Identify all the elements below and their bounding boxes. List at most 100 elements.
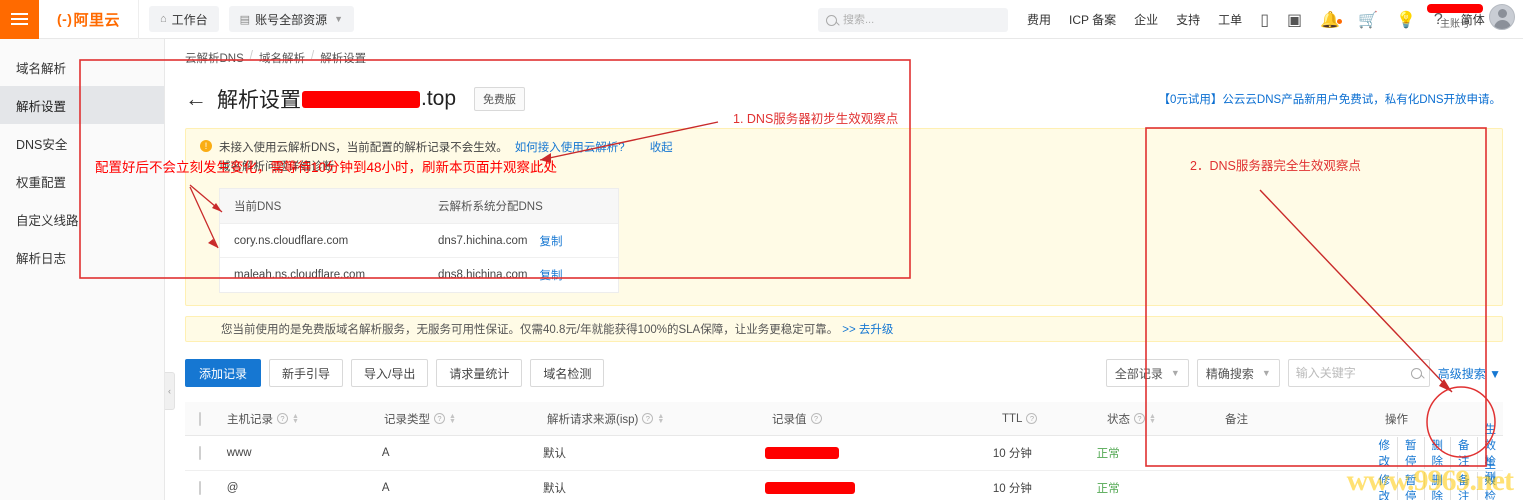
sidebar-collapse-handle[interactable]: ‹: [165, 372, 175, 410]
col-ttl: TTL: [1002, 412, 1023, 425]
workbench-button[interactable]: ⌂ 工作台: [149, 6, 219, 32]
top-nav-links: 费用 ICP 备案 企业 支持 工单 ▯ ▣ 🔔 🛒 💡 ? 简体: [1018, 0, 1494, 39]
dns-table-row: cory.ns.cloudflare.com dns7.hichina.com …: [220, 224, 618, 258]
lightbulb-icon[interactable]: 💡: [1387, 10, 1425, 30]
notice-link[interactable]: 如何接入使用云解析?: [515, 139, 625, 155]
chevron-down-icon: ▼: [1170, 368, 1180, 378]
cell-ttl: 10 分钟: [992, 483, 1032, 495]
keyword-input[interactable]: [1295, 366, 1406, 380]
action-delete[interactable]: 删除: [1425, 472, 1451, 500]
domain-check-button[interactable]: 域名检测: [530, 359, 605, 387]
beginner-guide-button[interactable]: 新手引导: [269, 359, 344, 387]
sort-icon[interactable]: ▲ ▼: [657, 413, 664, 425]
breadcrumb-separator: /: [310, 50, 315, 62]
keyword-search-box[interactable]: [1287, 359, 1430, 387]
breadcrumb-separator: /: [249, 50, 253, 62]
add-record-button[interactable]: 添加记录: [185, 359, 262, 387]
aliyun-logo[interactable]: (-) 阿里云: [39, 0, 139, 39]
search-mode-filter[interactable]: 精确搜索 ▼: [1196, 359, 1280, 387]
dns-current-value: maleah.ns.cloudflare.com: [234, 269, 366, 281]
diagnose-link[interactable]: 域名解析问题详细诊断: [219, 158, 1488, 174]
page-title-text: 解析设置: [217, 89, 301, 112]
global-search-input[interactable]: [843, 14, 993, 26]
sidebar-item-label: 自定义线路: [16, 213, 79, 228]
record-type-filter[interactable]: 全部记录 ▼: [1105, 359, 1189, 387]
dns-comparison-table: 当前DNS 云解析系统分配DNS cory.ns.cloudflare.com …: [219, 188, 619, 293]
row-checkbox[interactable]: [199, 481, 201, 495]
terminal-icon[interactable]: ▣: [1278, 10, 1311, 30]
upgrade-link[interactable]: >> 去升级: [842, 321, 893, 337]
top-bar: (-) 阿里云 ⌂ 工作台 ▤ 账号全部资源 ▼ 费用 ICP 备案 企业 支持…: [0, 0, 1523, 39]
help-icon[interactable]: ?: [1026, 413, 1038, 424]
copy-button[interactable]: 复制: [540, 267, 563, 283]
status-badge: 正常: [1096, 448, 1120, 460]
advanced-search-toggle[interactable]: 高级搜索 ▼: [1438, 365, 1501, 382]
sidebar-item-dns-security[interactable]: DNS安全: [0, 124, 164, 162]
sidebar-item-weight-config[interactable]: 权重配置: [0, 162, 164, 200]
select-all-checkbox[interactable]: [199, 411, 201, 426]
dns-notice-panel: ! 未接入使用云解析DNS，当前配置的解析记录不会生效。 如何接入使用云解析? …: [185, 128, 1503, 306]
action-effect-check[interactable]: 生效检测: [1478, 456, 1500, 500]
nav-enterprise[interactable]: 企业: [1125, 11, 1167, 28]
hamburger-icon[interactable]: [0, 0, 39, 39]
promo-banner-link[interactable]: 【0元试用】公云云DNS产品新用户免费试，私有化DNS开放申请。: [1159, 91, 1501, 107]
dns-col-current: 当前DNS: [234, 201, 282, 213]
help-icon[interactable]: ?: [277, 413, 288, 424]
col-type: 记录类型: [384, 413, 430, 426]
notification-badge: [1337, 18, 1343, 24]
all-resources-dropdown[interactable]: ▤ 账号全部资源 ▼: [228, 6, 355, 32]
global-search[interactable]: [818, 8, 1008, 32]
row-checkbox[interactable]: [199, 446, 201, 460]
avatar[interactable]: [1489, 4, 1515, 30]
notice-collapse-link[interactable]: 收起: [650, 139, 673, 155]
col-value: 记录值: [772, 413, 807, 426]
arrow-left-icon[interactable]: ←: [185, 88, 207, 110]
copy-button[interactable]: 复制: [540, 233, 563, 249]
breadcrumb-item-2[interactable]: 解析设置: [320, 50, 366, 66]
cell-isp: 默认: [543, 483, 567, 495]
breadcrumb-item-0[interactable]: 云解析DNS: [185, 50, 244, 66]
sort-icon[interactable]: ▲ ▼: [292, 413, 299, 425]
sidebar-item-resolution-settings[interactable]: 解析设置: [0, 86, 164, 124]
chevron-down-icon: ▼: [1261, 368, 1271, 378]
sort-icon[interactable]: ▲ ▼: [1149, 413, 1156, 425]
nav-fee[interactable]: 费用: [1018, 11, 1060, 28]
help-icon[interactable]: ?: [434, 413, 445, 424]
account-type-label: 主账号: [1440, 19, 1470, 30]
main-content: 云解析DNS / 域名解析 / 解析设置 【0元试用】公云云DNS产品新用户免费…: [165, 39, 1523, 500]
records-toolbar: 添加记录 新手引导 导入/导出 请求量统计 域名检测 全部记录 ▼ 精确搜索 ▼: [185, 359, 1523, 387]
mobile-icon[interactable]: ▯: [1251, 10, 1278, 30]
sidebar-item-custom-line[interactable]: 自定义线路: [0, 200, 164, 238]
sidebar-item-domain-resolution[interactable]: 域名解析: [0, 48, 164, 86]
table-row: www A 默认 10 分钟 正常 修改 暂停 删除 备注 生效检测: [185, 424, 1503, 484]
cell-isp: 默认: [543, 448, 567, 460]
help-icon[interactable]: ?: [1134, 413, 1145, 424]
status-badge: 正常: [1096, 483, 1120, 495]
nav-support[interactable]: 支持: [1167, 11, 1209, 28]
action-pause[interactable]: 暂停: [1398, 472, 1425, 500]
cart-icon[interactable]: 🛒: [1349, 10, 1387, 30]
request-stats-button[interactable]: 请求量统计: [436, 359, 523, 387]
search-icon[interactable]: [1410, 367, 1422, 379]
import-export-button[interactable]: 导入/导出: [351, 359, 429, 387]
help-icon[interactable]: ?: [642, 413, 654, 424]
breadcrumb-item-1[interactable]: 域名解析: [259, 50, 305, 66]
sidebar-item-label: DNS安全: [16, 137, 68, 152]
sort-icon[interactable]: ▲ ▼: [449, 413, 456, 425]
action-edit[interactable]: 修改: [1372, 472, 1398, 500]
home-icon: ⌂: [160, 13, 167, 25]
row-actions: 修改 暂停 删除 备注 生效检测: [1372, 456, 1504, 500]
sidebar-item-resolution-log[interactable]: 解析日志: [0, 238, 164, 276]
table-row: @ A 默认 10 分钟 正常 修改 暂停 删除 备注 生效检测: [185, 459, 1503, 500]
dns-col-assigned: 云解析系统分配DNS: [438, 201, 543, 213]
nav-ticket[interactable]: 工单: [1209, 11, 1251, 28]
chevron-down-icon: ▼: [334, 14, 344, 24]
upgrade-text: 您当前使用的是免费版域名解析服务，无服务可用性保证。仅需40.8元/年就能获得1…: [221, 324, 839, 336]
account-area[interactable]: 主账号: [1427, 4, 1515, 30]
help-icon[interactable]: ?: [810, 413, 822, 424]
page-title: 解析设置 .top: [217, 84, 456, 114]
records-filters: 全部记录 ▼ 精确搜索 ▼ 高级搜索 ▼: [1105, 359, 1501, 387]
action-note[interactable]: 备注: [1451, 472, 1478, 500]
nav-icp[interactable]: ICP 备案: [1060, 11, 1125, 28]
bell-icon[interactable]: 🔔: [1311, 10, 1349, 30]
